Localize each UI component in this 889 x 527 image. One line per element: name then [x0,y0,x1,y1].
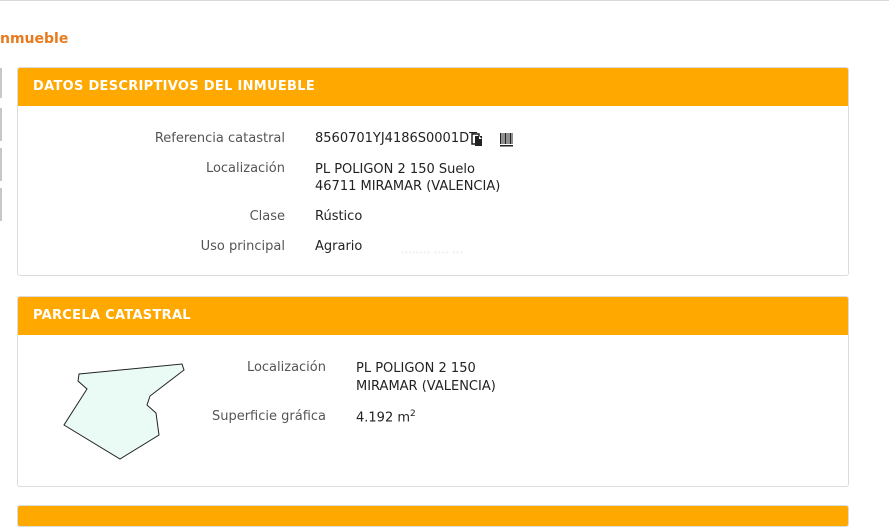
datos-descriptivos-panel: DATOS DESCRIPTIVOS DEL INMUEBLE Referenc… [17,67,849,276]
superficie-number: 4.192 m [356,410,411,426]
superficie-value: 4.192 m2 [356,409,416,425]
faded-text: ········ ···· ··· [401,248,464,259]
referencia-catastral-value: 8560701YJ4186S0001DT [315,131,478,146]
panel-header: DATOS DESCRIPTIVOS DEL INMUEBLE [18,68,848,106]
label-localizacion: Localización [246,360,326,375]
label-referencia: Referencia catastral [154,131,285,146]
label-superficie: Superficie gráfica [211,409,326,424]
panel-header: PARCELA CATASTRAL [18,297,848,335]
page-title: nmueble [0,31,69,47]
top-border [0,0,889,1]
parcela-localizacion-value: PL POLIGON 2 150 MIRAMAR (VALENCIA) [356,361,496,394]
next-panel-header [17,505,849,527]
clase-value: Rústico [315,209,363,224]
barcode-icon[interactable] [500,132,513,151]
localizacion-value: PL POLIGON 2 150 Suelo 46711 MIRAMAR (VA… [315,162,501,194]
label-uso-principal: Uso principal [200,239,285,254]
unit-superscript: 2 [410,409,416,419]
copy-icon[interactable] [471,132,484,151]
label-localizacion: Localización [205,161,285,176]
uso-principal-value: Agrario [315,239,363,254]
left-tab-strip[interactable] [0,68,2,221]
parcela-catastral-panel: PARCELA CATASTRAL Localización PL POLIGO… [17,296,849,487]
label-clase: Clase [249,209,285,224]
